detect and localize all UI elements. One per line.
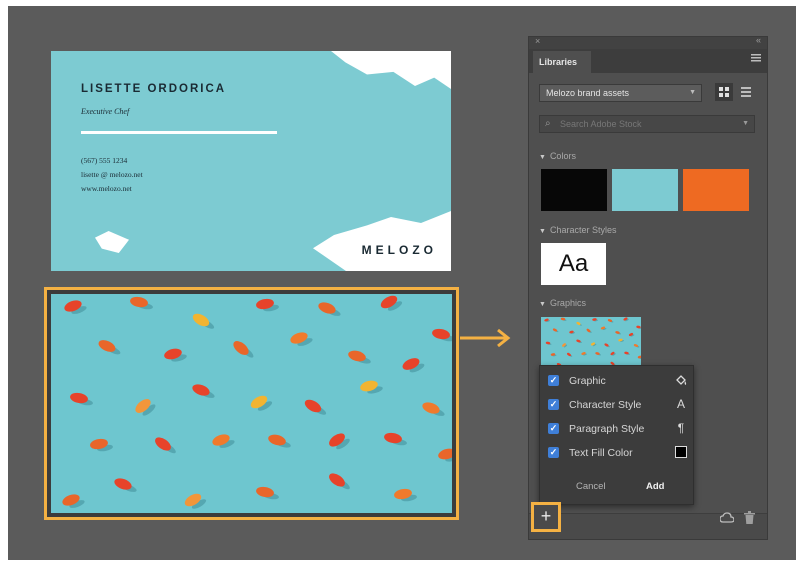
chevron-down-icon[interactable]: ▼ <box>742 120 749 127</box>
panel-menu-icon[interactable] <box>751 54 761 62</box>
trash-icon[interactable] <box>744 511 755 524</box>
creative-cloud-icon[interactable] <box>720 512 734 524</box>
stock-search-field[interactable]: ⌕ ▼ <box>539 115 755 133</box>
add-content-menu: ✓ Graphic ✓ Character Style A ✓ Paragrap… <box>539 365 694 505</box>
card-name: LISETTE ORDORICA <box>81 83 227 95</box>
disclosure-triangle-icon: ▼ <box>539 301 546 308</box>
card-role: Executive Chef <box>81 107 130 116</box>
checkbox-checked-icon[interactable]: ✓ <box>548 375 559 386</box>
search-input[interactable] <box>560 118 740 130</box>
plus-icon: + <box>540 506 552 526</box>
tab-libraries[interactable]: Libraries <box>533 51 591 73</box>
disclosure-triangle-icon: ▼ <box>539 154 546 161</box>
checkbox-checked-icon[interactable]: ✓ <box>548 447 559 458</box>
option-character-style-label: Character Style <box>569 399 642 411</box>
business-card: LISETTE ORDORICA Executive Chef (567) 55… <box>51 51 451 271</box>
character-style-icon: A <box>676 397 685 411</box>
panel-tab-bar: Libraries <box>529 49 767 73</box>
paint-bucket-icon <box>676 375 687 385</box>
color-swatch-teal[interactable] <box>612 169 678 211</box>
close-icon[interactable]: × <box>535 36 540 46</box>
option-graphic[interactable]: ✓ Graphic <box>548 373 688 389</box>
color-swatch-black[interactable] <box>541 169 607 211</box>
list-view-icon[interactable] <box>737 83 755 101</box>
option-paragraph-style-label: Paragraph Style <box>569 423 645 435</box>
checkbox-checked-icon[interactable]: ✓ <box>548 399 559 410</box>
option-character-style[interactable]: ✓ Character Style A <box>548 397 688 413</box>
option-text-fill-color-label: Text Fill Color <box>569 447 633 459</box>
add-button[interactable]: Add <box>646 481 664 492</box>
option-paragraph-style[interactable]: ✓ Paragraph Style ¶ <box>548 421 688 437</box>
chevron-down-icon: ▼ <box>689 89 696 96</box>
card-email: lisette @ melozo.net <box>81 170 143 179</box>
paragraph-style-icon: ¶ <box>677 421 685 435</box>
checkbox-checked-icon[interactable]: ✓ <box>548 423 559 434</box>
card-torn-edge-bottom <box>313 211 451 271</box>
option-text-fill-color[interactable]: ✓ Text Fill Color <box>548 445 688 461</box>
section-graphics-label: Graphics <box>549 298 586 308</box>
card-torn-edge-left <box>95 231 129 253</box>
peppers-illustration <box>62 295 452 509</box>
section-character-styles-label: Character Styles <box>549 225 617 235</box>
collapse-icon[interactable]: « <box>756 35 761 45</box>
card-torn-edge-top <box>331 51 451 89</box>
option-graphic-label: Graphic <box>569 375 606 387</box>
peppers-photo-selected[interactable] <box>44 287 459 520</box>
card-phone: (567) 555 1234 <box>81 156 128 165</box>
card-website: www.melozo.net <box>81 184 132 193</box>
peppers-image <box>51 294 452 513</box>
graphic-thumbnail[interactable] <box>541 317 641 365</box>
library-select[interactable]: Melozo brand assets ▼ <box>539 84 702 102</box>
arrow-right-icon <box>460 328 511 348</box>
add-content-button[interactable]: + <box>531 502 561 532</box>
section-character-styles[interactable]: ▼ Character Styles <box>539 225 616 235</box>
card-divider <box>81 131 277 134</box>
section-colors-label: Colors <box>549 151 576 161</box>
library-select-value: Melozo brand assets <box>546 88 630 98</box>
section-graphics[interactable]: ▼ Graphics <box>539 298 586 308</box>
peppers-thumbnail-image <box>544 317 641 365</box>
cancel-button[interactable]: Cancel <box>576 481 606 492</box>
search-icon: ⌕ <box>545 118 551 129</box>
fill-color-swatch-icon <box>674 445 688 459</box>
grid-view-icon[interactable] <box>715 83 733 101</box>
character-style-thumbnail[interactable]: Aa <box>541 243 606 285</box>
panel-title-bar: × « <box>529 35 767 49</box>
disclosure-triangle-icon: ▼ <box>539 228 546 235</box>
card-brand-logo: MELOZO <box>361 243 437 257</box>
color-swatch-orange[interactable] <box>683 169 749 211</box>
section-colors[interactable]: ▼ Colors <box>539 151 576 161</box>
